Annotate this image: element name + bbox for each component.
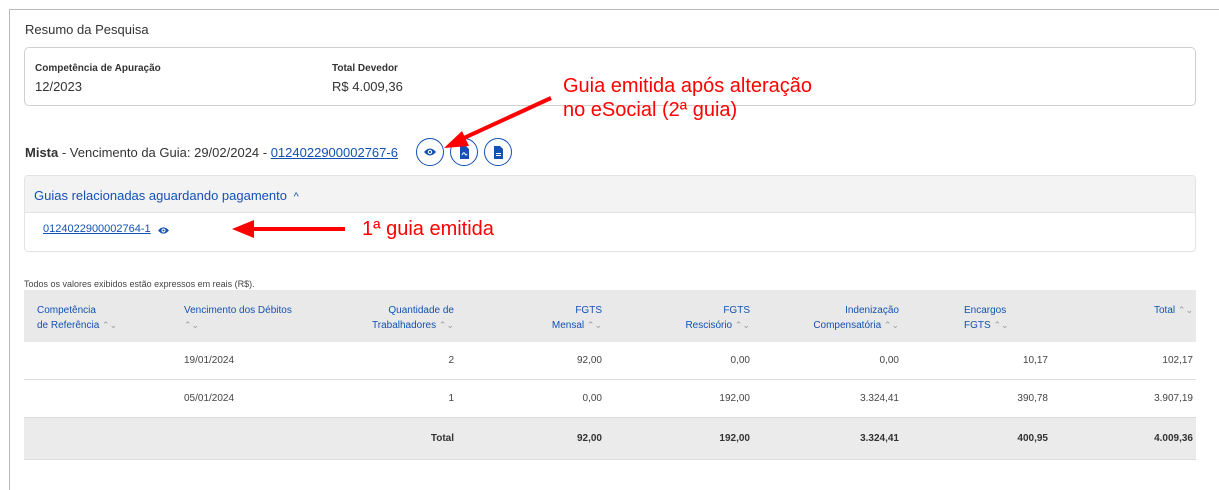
arrow-head-first-guide: [232, 220, 254, 238]
annotation-second-guide: Guia emitida após alteração no eSocial (…: [563, 74, 812, 122]
arrow-second-guide: [452, 96, 552, 145]
annotation-second-guide-line2: no eSocial (2ª guia): [563, 99, 738, 121]
annotation-first-guide: 1ª guia emitida: [362, 218, 494, 240]
annotation-second-guide-line1: Guia emitida após alteração: [563, 75, 813, 97]
arrow-head-second-guide: [444, 131, 469, 148]
